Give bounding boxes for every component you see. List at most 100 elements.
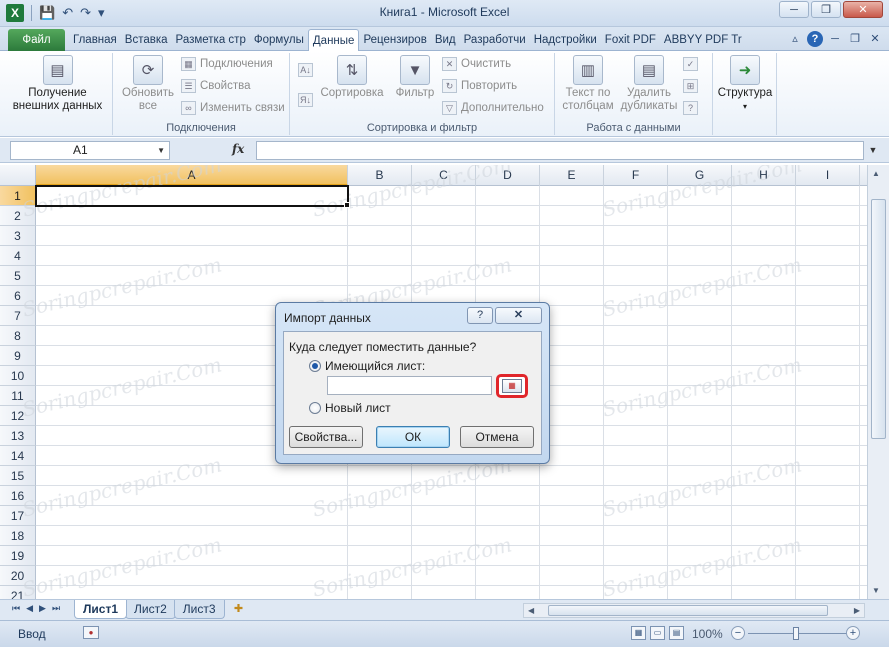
- doc-minimize-icon[interactable]: ─: [827, 31, 843, 47]
- range-input[interactable]: [327, 376, 492, 395]
- reapply-button[interactable]: ↻ Повторить: [442, 79, 517, 93]
- new-sheet-radio[interactable]: [309, 402, 321, 414]
- sheet-tab-3[interactable]: Лист3: [173, 600, 225, 619]
- tab-view[interactable]: Вид: [431, 29, 460, 51]
- existing-sheet-radio[interactable]: [309, 360, 321, 372]
- sheet-tab-1[interactable]: Лист1: [74, 600, 128, 619]
- tab-home[interactable]: Главная: [69, 29, 121, 51]
- formula-input[interactable]: [256, 141, 864, 160]
- row-header-5[interactable]: 5: [0, 266, 36, 286]
- row-header-19[interactable]: 19: [0, 546, 36, 566]
- column-header-d[interactable]: D: [476, 165, 540, 186]
- row-header-17[interactable]: 17: [0, 506, 36, 526]
- page-break-view-icon[interactable]: ▤: [669, 626, 684, 640]
- active-cell-a1[interactable]: [35, 185, 349, 207]
- tab-review[interactable]: Рецензиров: [359, 29, 430, 51]
- doc-close-icon[interactable]: ✕: [867, 31, 883, 47]
- scroll-left-icon[interactable]: ◀: [528, 604, 534, 617]
- sort-button[interactable]: ⇅ Сортировка: [318, 55, 386, 100]
- row-header-12[interactable]: 12: [0, 406, 36, 426]
- help-icon[interactable]: ?: [807, 31, 823, 47]
- ribbon-minimize-icon[interactable]: ▵: [787, 31, 803, 47]
- row-header-10[interactable]: 10: [0, 366, 36, 386]
- get-external-data-button[interactable]: ▤ Получение внешних данных: [10, 55, 105, 113]
- tab-file[interactable]: Файл: [8, 29, 65, 51]
- tab-data[interactable]: Данные: [307, 29, 360, 52]
- tab-foxit-pdf[interactable]: Foxit PDF: [601, 29, 660, 51]
- row-header-3[interactable]: 3: [0, 226, 36, 246]
- advanced-filter-button[interactable]: ▽ Дополнительно: [442, 101, 544, 115]
- column-header-b[interactable]: B: [348, 165, 412, 186]
- sheet-tab-2[interactable]: Лист2: [125, 600, 176, 619]
- scroll-down-icon[interactable]: ▼: [872, 586, 880, 595]
- horizontal-scroll-thumb[interactable]: [548, 605, 828, 616]
- sort-desc-button[interactable]: Я↓: [298, 93, 313, 107]
- data-validation-button[interactable]: ✓: [683, 57, 698, 71]
- column-header-g[interactable]: G: [668, 165, 732, 186]
- next-sheet-icon[interactable]: ▶: [39, 603, 46, 614]
- name-box-dropdown-icon[interactable]: ▼: [157, 142, 165, 159]
- dialog-close-button[interactable]: ✕: [495, 307, 542, 324]
- row-header-13[interactable]: 13: [0, 426, 36, 446]
- name-box[interactable]: A1 ▼: [10, 141, 170, 160]
- outline-button[interactable]: ➜ Структура ▾: [715, 55, 775, 113]
- last-sheet-icon[interactable]: ⏭: [52, 603, 60, 614]
- tab-page-layout[interactable]: Разметка стр: [172, 29, 250, 51]
- column-header-e[interactable]: E: [540, 165, 604, 186]
- dialog-help-button[interactable]: ?: [467, 307, 493, 324]
- row-header-14[interactable]: 14: [0, 446, 36, 466]
- remove-duplicates-button[interactable]: ▤ Удалить дубликаты: [617, 55, 681, 113]
- refresh-all-button[interactable]: ⟳ Обновить все: [117, 55, 179, 113]
- row-header-15[interactable]: 15: [0, 466, 36, 486]
- zoom-slider-thumb[interactable]: [793, 627, 799, 640]
- tab-formulas[interactable]: Формулы: [250, 29, 308, 51]
- scroll-right-icon[interactable]: ▶: [854, 604, 860, 617]
- row-header-9[interactable]: 9: [0, 346, 36, 366]
- edit-links-button[interactable]: ∞ Изменить связи: [181, 101, 285, 115]
- zoom-in-icon[interactable]: +: [846, 626, 860, 640]
- row-header-2[interactable]: 2: [0, 206, 36, 226]
- select-all-corner[interactable]: [0, 165, 36, 186]
- tab-insert[interactable]: Вставка: [121, 29, 172, 51]
- sort-asc-button[interactable]: A↓: [298, 63, 313, 77]
- properties-button[interactable]: ☰ Свойства: [181, 79, 251, 93]
- prev-sheet-icon[interactable]: ◀: [26, 603, 33, 614]
- what-if-button[interactable]: ?: [683, 101, 698, 115]
- insert-sheet-icon[interactable]: ✚: [229, 602, 249, 618]
- column-header-i[interactable]: I: [796, 165, 860, 186]
- new-sheet-option[interactable]: Новый лист: [309, 401, 391, 415]
- horizontal-scrollbar[interactable]: ◀ ▶: [523, 603, 865, 618]
- tab-abbyy-pdf[interactable]: ABBYY PDF Tr: [660, 29, 746, 51]
- zoom-level[interactable]: 100%: [692, 627, 723, 641]
- consolidate-button[interactable]: ⊞: [683, 79, 698, 93]
- ok-button[interactable]: ОК: [376, 426, 450, 448]
- zoom-out-icon[interactable]: −: [731, 626, 745, 640]
- column-header-f[interactable]: F: [604, 165, 668, 186]
- row-header-16[interactable]: 16: [0, 486, 36, 506]
- row-header-4[interactable]: 4: [0, 246, 36, 266]
- tab-developer[interactable]: Разработчи: [460, 29, 530, 51]
- page-layout-view-icon[interactable]: ▭: [650, 626, 665, 640]
- restore-button[interactable]: ❐: [811, 1, 841, 18]
- row-header-21[interactable]: 21: [0, 586, 36, 599]
- existing-sheet-option[interactable]: Имеющийся лист:: [309, 359, 425, 373]
- column-header-a[interactable]: A: [36, 165, 348, 186]
- vertical-scrollbar[interactable]: ▲ ▼: [867, 165, 889, 599]
- vertical-scroll-thumb[interactable]: [871, 199, 886, 439]
- close-button[interactable]: ✕: [843, 1, 883, 18]
- insert-function-icon[interactable]: fx: [232, 142, 244, 156]
- column-header-h[interactable]: H: [732, 165, 796, 186]
- row-header-1[interactable]: 1: [0, 186, 36, 206]
- cancel-button[interactable]: Отмена: [460, 426, 534, 448]
- text-to-columns-button[interactable]: ▥ Текст по столбцам: [559, 55, 617, 113]
- connections-button[interactable]: ▦ Подключения: [181, 57, 273, 71]
- row-header-20[interactable]: 20: [0, 566, 36, 586]
- filter-button[interactable]: ▼ Фильтр: [390, 55, 440, 100]
- expand-formula-bar-icon[interactable]: ▼: [866, 142, 880, 159]
- fill-handle[interactable]: [344, 202, 350, 208]
- macro-record-icon[interactable]: ●: [83, 626, 99, 639]
- clear-filter-button[interactable]: ✕ Очистить: [442, 57, 511, 71]
- collapse-dialog-button[interactable]: ▦: [496, 374, 528, 398]
- row-header-18[interactable]: 18: [0, 526, 36, 546]
- column-header-c[interactable]: C: [412, 165, 476, 186]
